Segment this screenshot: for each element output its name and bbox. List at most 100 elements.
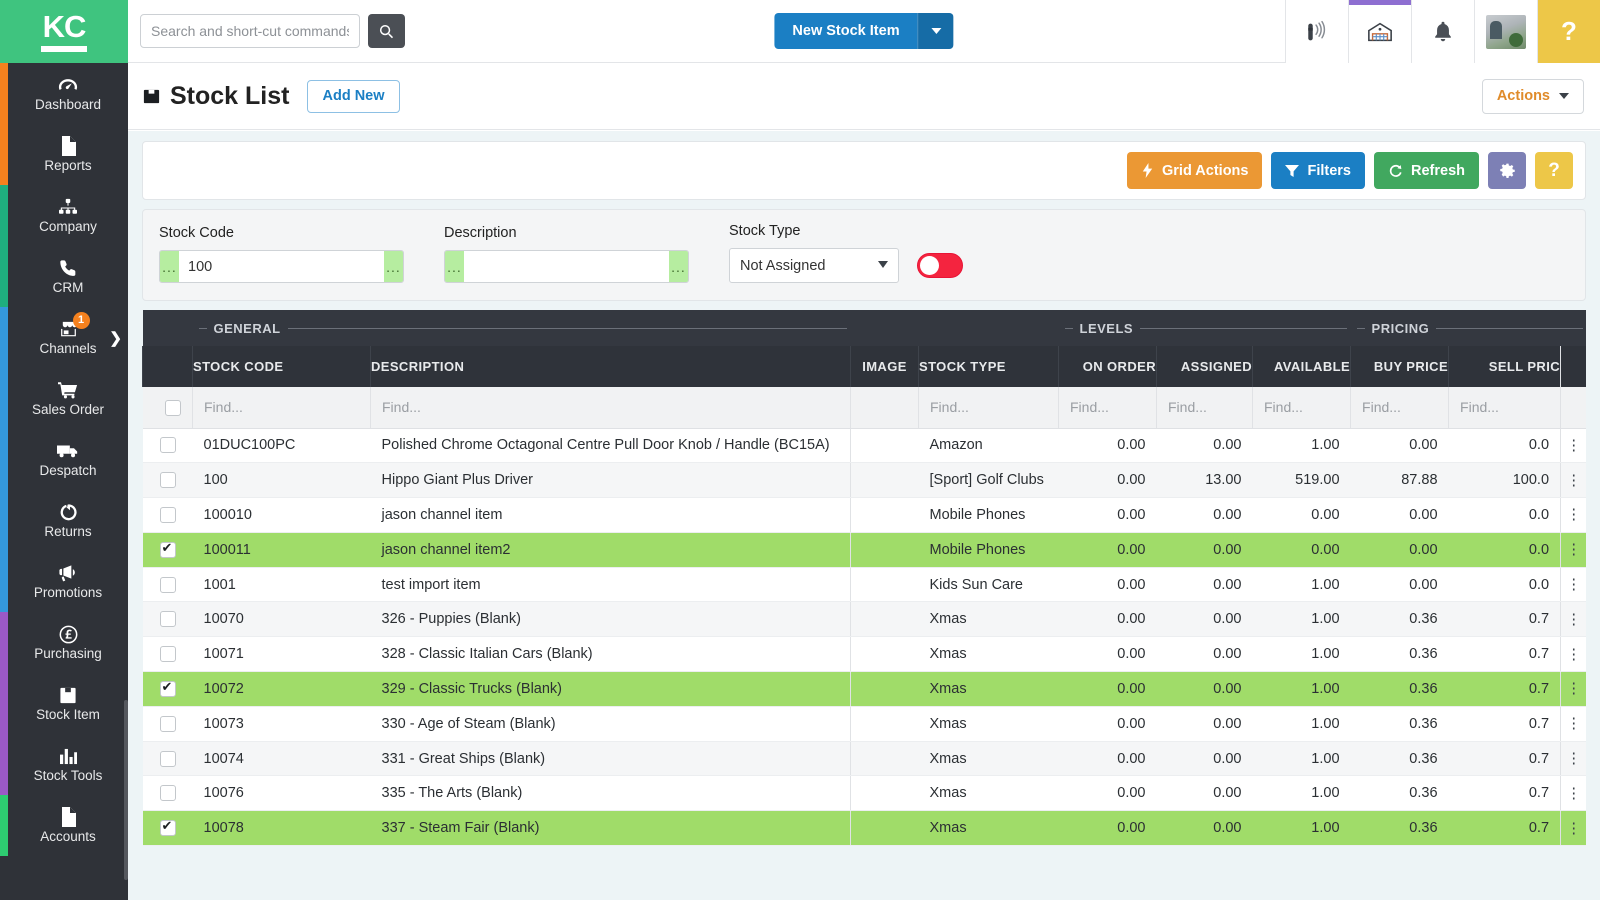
sidebar-item-dashboard[interactable]: Dashboard xyxy=(0,63,128,124)
table-row[interactable]: 100011jason channel item2Mobile Phones0.… xyxy=(142,532,1586,568)
row-checkbox[interactable] xyxy=(159,576,176,593)
table-row[interactable]: 10078337 - Steam Fair (Blank)Xmas0.000.0… xyxy=(142,810,1586,847)
table-row[interactable]: 10076 335 - The Arts (Blank) Xmas 0.00 0.00 1… xyxy=(142,775,1586,812)
row-menu-icon[interactable]: ⋮ xyxy=(1562,647,1586,662)
row-menu-icon[interactable]: ⋮ xyxy=(1562,507,1586,522)
column-header-on_order[interactable]: ON ORDER xyxy=(1058,346,1157,387)
filter-cell-desc[interactable]: Find... xyxy=(370,387,851,429)
table-row[interactable]: 01DUC100PC Polished Chrome Octagonal Cent… xyxy=(142,428,1586,464)
sidebar-item-reports[interactable]: Reports xyxy=(0,124,128,185)
filter-cell-buy[interactable]: Find... xyxy=(1350,387,1449,429)
sidebar-item-returns[interactable]: Returns xyxy=(0,490,128,551)
row-select-cell[interactable] xyxy=(142,741,193,777)
description-right-addon[interactable]: ... xyxy=(669,251,688,282)
row-menu-cell[interactable]: ⋮ xyxy=(1560,741,1586,777)
warehouse-icon[interactable] xyxy=(1348,0,1411,63)
column-header-desc[interactable]: DESCRIPTION xyxy=(370,346,851,387)
row-select-cell[interactable] xyxy=(142,601,193,638)
sidebar-item-channels[interactable]: 1 Channels ❯ xyxy=(0,307,128,368)
search-icon[interactable] xyxy=(368,14,405,48)
row-menu-cell[interactable]: ⋮ xyxy=(1560,497,1586,533)
row-menu-icon[interactable]: ⋮ xyxy=(1562,751,1586,766)
filter-cell-on_order[interactable]: Find... xyxy=(1058,387,1157,429)
sidebar-item-accounts[interactable]: Accounts xyxy=(0,795,128,856)
column-header-available[interactable]: AVAILABLE xyxy=(1251,346,1351,387)
table-row[interactable]: 10073 330 - Age of Steam (Blank) Xmas 0.00 0… xyxy=(142,706,1586,742)
sidebar-item-purchasing[interactable]: Purchasing xyxy=(0,612,128,673)
row-menu-cell[interactable]: ⋮ xyxy=(1560,601,1586,638)
row-checkbox[interactable] xyxy=(159,750,176,767)
brand-logo[interactable]: KC xyxy=(0,0,128,63)
row-select-cell[interactable] xyxy=(142,462,193,499)
table-row[interactable]: 10070 326 - Puppies (Blank) Xmas 0.00 0.00 1.… xyxy=(142,601,1586,638)
sidebar-item-stock-item[interactable]: Stock Item xyxy=(0,673,128,734)
row-checkbox[interactable] xyxy=(159,472,176,489)
row-checkbox[interactable] xyxy=(159,540,176,558)
row-menu-cell[interactable]: ⋮ xyxy=(1560,706,1586,742)
sidebar-item-despatch[interactable]: Despatch xyxy=(0,429,128,490)
row-checkbox[interactable] xyxy=(159,785,176,802)
row-menu-icon[interactable]: ⋮ xyxy=(1562,716,1586,731)
stock-code-left-addon[interactable]: ... xyxy=(160,251,179,282)
row-menu-cell[interactable]: ⋮ xyxy=(1560,810,1586,847)
row-select-cell[interactable] xyxy=(142,810,193,847)
row-select-cell[interactable] xyxy=(142,532,193,568)
row-checkbox[interactable] xyxy=(159,437,176,454)
sidebar-item-promotions[interactable]: Promotions xyxy=(0,551,128,612)
column-header-image[interactable]: IMAGE xyxy=(850,346,919,387)
row-checkbox[interactable] xyxy=(159,646,176,663)
row-menu-icon[interactable]: ⋮ xyxy=(1562,821,1586,836)
new-stock-item-dropdown-button[interactable] xyxy=(917,13,954,49)
column-header-assigned[interactable]: ASSIGNED xyxy=(1156,346,1253,387)
row-select-cell[interactable] xyxy=(142,775,193,812)
row-select-cell[interactable] xyxy=(142,567,193,603)
add-new-button[interactable]: Add New xyxy=(307,79,400,113)
row-select-cell[interactable] xyxy=(142,706,193,742)
table-row[interactable]: 100 Hippo Giant Plus Driver [Sport] Golf C… xyxy=(142,462,1586,499)
row-checkbox[interactable] xyxy=(159,507,176,524)
row-checkbox[interactable] xyxy=(159,715,176,732)
refresh-button[interactable]: Refresh xyxy=(1374,152,1479,189)
column-header-type[interactable]: STOCK TYPE xyxy=(918,346,1059,387)
row-select-cell[interactable] xyxy=(142,671,193,707)
row-checkbox[interactable] xyxy=(159,611,176,628)
select-all-checkbox[interactable] xyxy=(164,399,181,416)
column-header-code[interactable]: STOCK CODE xyxy=(192,346,371,387)
description-left-addon[interactable]: ... xyxy=(445,251,464,282)
row-checkbox[interactable] xyxy=(159,818,176,837)
row-menu-cell[interactable]: ⋮ xyxy=(1560,775,1586,812)
sidebar-item-stock-tools[interactable]: Stock Tools xyxy=(0,734,128,795)
column-header-buy[interactable]: BUY PRICE xyxy=(1350,346,1449,387)
sidebar-item-company[interactable]: Company xyxy=(0,185,128,246)
row-menu-icon[interactable]: ⋮ xyxy=(1562,438,1586,453)
stock-type-toggle[interactable] xyxy=(917,253,963,278)
row-checkbox[interactable] xyxy=(159,679,176,698)
row-menu-cell[interactable]: ⋮ xyxy=(1560,532,1586,568)
row-menu-cell[interactable]: ⋮ xyxy=(1560,462,1586,499)
row-menu-icon[interactable]: ⋮ xyxy=(1562,786,1586,801)
row-menu-cell[interactable]: ⋮ xyxy=(1560,567,1586,603)
filter-cell-type[interactable]: Find... xyxy=(918,387,1059,429)
stock-type-select[interactable]: Not Assigned xyxy=(729,248,899,283)
row-menu-cell[interactable]: ⋮ xyxy=(1560,671,1586,707)
filter-cell-available[interactable]: Find... xyxy=(1251,387,1351,429)
row-select-cell[interactable] xyxy=(142,428,193,464)
table-row[interactable]: 10071 328 - Classic Italian Cars (Blank) X… xyxy=(142,636,1586,673)
row-menu-cell[interactable]: ⋮ xyxy=(1560,428,1586,464)
bell-icon[interactable] xyxy=(1411,0,1474,63)
new-stock-item-button[interactable]: New Stock Item xyxy=(774,13,918,49)
filter-cell-sell[interactable]: Find... xyxy=(1448,387,1561,429)
barcode-scanner-icon[interactable] xyxy=(1285,0,1348,63)
row-select-cell[interactable] xyxy=(142,497,193,533)
grid-help-button[interactable]: ? xyxy=(1535,152,1573,189)
grid-actions-button[interactable]: Grid Actions xyxy=(1127,152,1263,189)
row-menu-icon[interactable]: ⋮ xyxy=(1562,542,1586,557)
sidebar-item-crm[interactable]: CRM xyxy=(0,246,128,307)
row-select-cell[interactable] xyxy=(142,636,193,673)
select-all-cell[interactable] xyxy=(142,387,193,429)
filter-cell-assigned[interactable]: Find... xyxy=(1156,387,1253,429)
row-menu-icon[interactable]: ⋮ xyxy=(1562,612,1586,627)
row-menu-icon[interactable]: ⋮ xyxy=(1562,681,1586,696)
description-input[interactable] xyxy=(464,251,669,282)
column-header-sell[interactable]: SELL PRIC xyxy=(1448,346,1561,387)
